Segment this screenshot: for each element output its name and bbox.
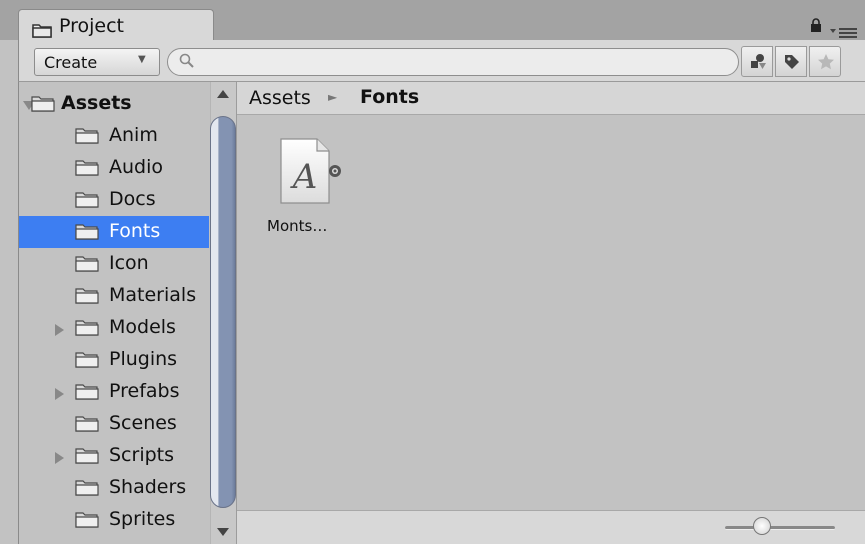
tree-item-assets[interactable]: Assets (19, 88, 209, 120)
lock-icon[interactable] (810, 17, 822, 36)
folder-icon (75, 126, 99, 148)
filter-by-type-button[interactable] (741, 46, 773, 77)
filter-by-type-icon (749, 53, 767, 75)
tree-item-fonts[interactable]: Fonts (19, 216, 209, 248)
collapsed-arrow-icon[interactable] (55, 452, 64, 464)
tab-project[interactable]: Project (18, 9, 214, 43)
tree-item-label: Plugins (109, 348, 178, 370)
breadcrumb: Assets ► Fonts (237, 82, 865, 115)
tree-item-materials[interactable]: Materials (19, 280, 209, 312)
tree-item-docs[interactable]: Docs (19, 184, 209, 216)
folder-icon (75, 382, 99, 404)
asset-name: Monts… (267, 217, 328, 235)
breadcrumb-separator-icon: ► (328, 90, 338, 104)
create-button[interactable]: Create ▼ (34, 48, 160, 76)
folder-icon (75, 158, 99, 180)
tree-item-anim[interactable]: Anim (19, 120, 209, 152)
favorite-button[interactable] (809, 46, 841, 77)
breadcrumb-current[interactable]: Fonts (360, 86, 419, 108)
folder-icon (75, 318, 99, 340)
tree-item-audio[interactable]: Audio (19, 152, 209, 184)
toolbar: Create ▼ (18, 40, 865, 82)
tree-item-label: Models (109, 316, 176, 338)
project-window: Project Create ▼ Assets Anim Audio Docs … (0, 0, 865, 544)
folder-icon (31, 94, 55, 116)
zoom-slider[interactable] (725, 515, 835, 539)
tree-item-sprites[interactable]: Sprites (19, 504, 209, 536)
folder-icon (75, 446, 99, 468)
tree-item-prefabs[interactable]: Prefabs (19, 376, 209, 408)
font-file-icon: A (280, 138, 330, 208)
zoom-slider-track[interactable] (725, 526, 835, 530)
tree-item-label: Prefabs (109, 380, 180, 402)
tab-title: Project (59, 15, 125, 37)
filter-by-label-icon (783, 53, 801, 75)
folder-icon (75, 414, 99, 436)
tree-item-label: Materials (109, 284, 197, 306)
font-glyph: A (290, 157, 318, 197)
collapsed-arrow-icon[interactable] (55, 324, 64, 336)
tree-item-scripts[interactable]: Scripts (19, 440, 209, 472)
collapsed-arrow-icon[interactable] (55, 388, 64, 400)
folder-icon (75, 190, 99, 212)
tree-item-label: Shaders (109, 476, 187, 498)
tree-item-shaders[interactable]: Shaders (19, 472, 209, 504)
tree-item-label: Sprites (109, 508, 176, 530)
tree-item-models[interactable]: Models (19, 312, 209, 344)
folder-tree: Assets Anim Audio Docs Fonts Icon Materials Mod… (18, 82, 236, 544)
tree-scrollbar[interactable] (210, 82, 236, 544)
scroll-down-arrow-icon[interactable] (217, 528, 229, 536)
tree-item-label: Assets (61, 92, 132, 114)
tree-item-label: Docs (109, 188, 156, 210)
filter-by-label-button[interactable] (775, 46, 807, 77)
tree-item-label: Fonts (109, 220, 161, 242)
tab-strip: Project (0, 0, 865, 43)
folder-icon (32, 22, 52, 42)
asset-browser: Assets ► Fonts A Monts… (236, 82, 865, 544)
breadcrumb-root[interactable]: Assets (249, 87, 311, 109)
tree-item-scenes[interactable]: Scenes (19, 408, 209, 440)
folder-icon (75, 350, 99, 372)
tree-item-label: Scenes (109, 412, 177, 434)
folder-icon (75, 478, 99, 500)
scrollbar-thumb[interactable] (210, 116, 236, 508)
search-icon (178, 52, 196, 74)
dropdown-arrow-icon: ▼ (138, 54, 146, 65)
star-icon (817, 53, 835, 75)
folder-icon (75, 286, 99, 308)
create-label: Create (44, 53, 98, 72)
zoom-slider-thumb[interactable] (753, 517, 771, 535)
play-badge-icon[interactable] (328, 163, 342, 182)
tree-item-icon[interactable]: Icon (19, 248, 209, 280)
browser-footer (237, 510, 865, 544)
folder-icon (75, 510, 99, 532)
tree-item-label: Anim (109, 124, 158, 146)
tree-item-label: Scripts (109, 444, 175, 466)
scroll-up-arrow-icon[interactable] (217, 90, 229, 98)
search-input[interactable] (167, 48, 739, 76)
tree-item-label: Audio (109, 156, 164, 178)
folder-icon (75, 222, 99, 244)
folder-icon (75, 254, 99, 276)
tree-item-label: Icon (109, 252, 149, 274)
asset-item[interactable]: A Monts… (267, 138, 347, 248)
tree-item-plugins[interactable]: Plugins (19, 344, 209, 376)
